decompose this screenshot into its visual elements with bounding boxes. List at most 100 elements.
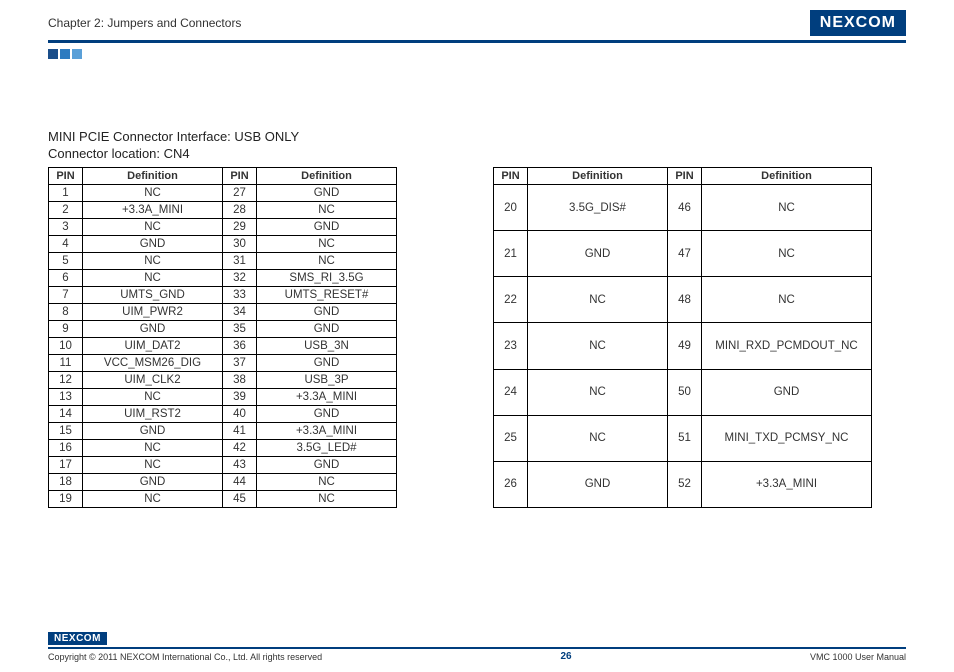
pin-cell: 26 (494, 461, 528, 507)
table-header-row: PIN Definition PIN Definition (49, 168, 397, 185)
def-cell: NC (83, 253, 223, 270)
def-cell: UMTS_GND (83, 287, 223, 304)
table-row: 4GND30NC (49, 236, 397, 253)
chapter-title: Chapter 2: Jumpers and Connectors (48, 16, 241, 30)
col-pin: PIN (49, 168, 83, 185)
pin-cell: 16 (49, 440, 83, 457)
pin-cell: 30 (223, 236, 257, 253)
pin-cell: 47 (668, 231, 702, 277)
table-row: 19NC45NC (49, 491, 397, 508)
pin-cell: 51 (668, 415, 702, 461)
def-cell: +3.3A_MINI (83, 202, 223, 219)
def-cell: VCC_MSM26_DIG (83, 355, 223, 372)
def-cell: GND (528, 231, 668, 277)
table-row: 17NC43GND (49, 457, 397, 474)
def-cell: UMTS_RESET# (257, 287, 397, 304)
def-cell: NC (83, 219, 223, 236)
table-row: 13NC39+3.3A_MINI (49, 389, 397, 406)
def-cell: NC (83, 491, 223, 508)
def-cell: NC (257, 253, 397, 270)
def-cell: NC (702, 185, 872, 231)
table-row: 25NC51MINI_TXD_PCMSY_NC (494, 415, 872, 461)
pin-cell: 7 (49, 287, 83, 304)
pin-cell: 11 (49, 355, 83, 372)
table-row: 12UIM_CLK238USB_3P (49, 372, 397, 389)
def-cell: 3.5G_DIS# (528, 185, 668, 231)
table-row: 9GND35GND (49, 321, 397, 338)
square-icon (48, 49, 58, 59)
pin-cell: 28 (223, 202, 257, 219)
def-cell: NC (83, 457, 223, 474)
pin-cell: 13 (49, 389, 83, 406)
def-cell: MINI_TXD_PCMSY_NC (702, 415, 872, 461)
pin-cell: 29 (223, 219, 257, 236)
table-row: 26GND52+3.3A_MINI (494, 461, 872, 507)
decorative-squares (48, 49, 954, 59)
table-row: 7UMTS_GND33UMTS_RESET# (49, 287, 397, 304)
col-def: Definition (83, 168, 223, 185)
pin-cell: 25 (494, 415, 528, 461)
pin-cell: 18 (49, 474, 83, 491)
def-cell: GND (257, 321, 397, 338)
footer-logo: NEXCOM (48, 632, 107, 645)
pin-table-2: PIN Definition PIN Definition 203.5G_DIS… (493, 167, 872, 508)
def-cell: GND (257, 304, 397, 321)
def-cell: NC (257, 236, 397, 253)
square-icon (72, 49, 82, 59)
def-cell: NC (83, 440, 223, 457)
table-row: 3NC29GND (49, 219, 397, 236)
table-row: 22NC48NC (494, 277, 872, 323)
pin-cell: 27 (223, 185, 257, 202)
col-pin: PIN (223, 168, 257, 185)
def-cell: GND (257, 219, 397, 236)
col-def: Definition (257, 168, 397, 185)
def-cell: USB_3N (257, 338, 397, 355)
pin-cell: 4 (49, 236, 83, 253)
pin-cell: 39 (223, 389, 257, 406)
pin-cell: 46 (668, 185, 702, 231)
def-cell: UIM_PWR2 (83, 304, 223, 321)
pin-cell: 50 (668, 369, 702, 415)
pin-cell: 8 (49, 304, 83, 321)
def-cell: NC (702, 277, 872, 323)
col-def: Definition (528, 168, 668, 185)
section-title: MINI PCIE Connector Interface: USB ONLY (48, 129, 906, 144)
pin-cell: 1 (49, 185, 83, 202)
pin-cell: 31 (223, 253, 257, 270)
pin-cell: 23 (494, 323, 528, 369)
pin-cell: 6 (49, 270, 83, 287)
pin-cell: 5 (49, 253, 83, 270)
pin-cell: 37 (223, 355, 257, 372)
pin-cell: 2 (49, 202, 83, 219)
def-cell: MINI_RXD_PCMDOUT_NC (702, 323, 872, 369)
table-row: 8UIM_PWR234GND (49, 304, 397, 321)
def-cell: 3.5G_LED# (257, 440, 397, 457)
copyright-text: Copyright © 2011 NEXCOM International Co… (48, 652, 322, 662)
pin-cell: 34 (223, 304, 257, 321)
pin-cell: 49 (668, 323, 702, 369)
col-pin: PIN (494, 168, 528, 185)
def-cell: +3.3A_MINI (257, 389, 397, 406)
table-row: 15GND41+3.3A_MINI (49, 423, 397, 440)
table-row: 6NC32SMS_RI_3.5G (49, 270, 397, 287)
def-cell: UIM_CLK2 (83, 372, 223, 389)
pin-cell: 17 (49, 457, 83, 474)
pin-cell: 20 (494, 185, 528, 231)
table-row: 203.5G_DIS#46NC (494, 185, 872, 231)
def-cell: GND (528, 461, 668, 507)
def-cell: GND (702, 369, 872, 415)
pin-cell: 15 (49, 423, 83, 440)
pin-cell: 35 (223, 321, 257, 338)
manual-name: VMC 1000 User Manual (810, 652, 906, 662)
def-cell: GND (83, 236, 223, 253)
table-row: 11VCC_MSM26_DIG37GND (49, 355, 397, 372)
pin-table-1: PIN Definition PIN Definition 1NC27GND2+… (48, 167, 397, 508)
pin-cell: 48 (668, 277, 702, 323)
def-cell: NC (528, 323, 668, 369)
def-cell: NC (83, 185, 223, 202)
pin-cell: 14 (49, 406, 83, 423)
pin-cell: 3 (49, 219, 83, 236)
col-pin: PIN (668, 168, 702, 185)
def-cell: NC (83, 270, 223, 287)
header-rule (48, 40, 906, 43)
